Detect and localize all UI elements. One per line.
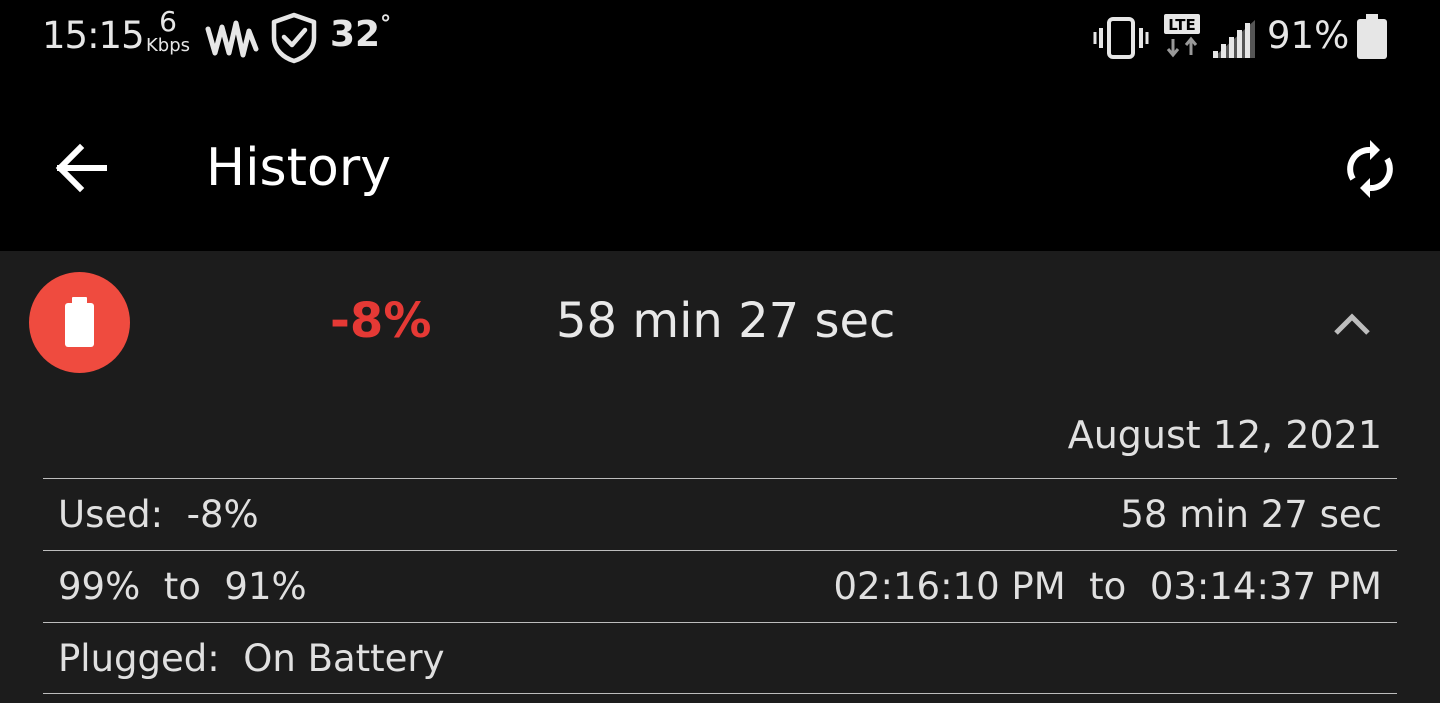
history-entry-card[interactable]: -8% 58 min 27 sec August 12, 2021 Used: … [0, 251, 1440, 703]
battery-icon [1357, 14, 1387, 59]
battery-icon-body [65, 303, 94, 347]
plugged-label: Plugged: On Battery [58, 637, 445, 680]
vibrate-icon [1093, 17, 1149, 59]
wave-icon [205, 20, 259, 58]
signal-icon [1213, 20, 1255, 58]
percent-change: -8% [330, 293, 432, 349]
level-range: 99% to 91% [58, 565, 307, 608]
used-duration: 58 min 27 sec [1120, 493, 1382, 536]
used-label: Used: -8% [58, 493, 259, 536]
network-speed-unit: Kbps [145, 35, 191, 56]
back-button[interactable] [52, 140, 112, 196]
network-speed-value: 6 [159, 5, 177, 38]
temperature-unit: ° [380, 12, 392, 37]
battery-discharge-icon [29, 272, 130, 373]
collapse-button[interactable] [1328, 303, 1376, 343]
temperature-value: 32 [330, 14, 381, 55]
refresh-button[interactable] [1340, 136, 1400, 202]
lte-label: LTE [1168, 16, 1196, 34]
status-bar: 15:15 6 Kbps 32° LTE 91% [0, 0, 1440, 76]
shield-check-icon [271, 12, 317, 64]
entry-duration: 58 min 27 sec [556, 293, 896, 349]
plugged-row: Plugged: On Battery [43, 622, 1397, 694]
lte-icon: LTE [1164, 14, 1200, 58]
temperature: 32° [330, 12, 392, 55]
page-title: History [206, 138, 391, 198]
entry-date: August 12, 2021 [1067, 413, 1382, 457]
used-row: Used: -8% 58 min 27 sec [43, 478, 1397, 550]
network-speed: 6 Kbps [142, 8, 194, 56]
chevron-up-icon [1334, 313, 1370, 335]
status-time: 15:15 [42, 14, 145, 57]
range-row: 99% to 91% 02:16:10 PM to 03:14:37 PM [43, 550, 1397, 622]
arrow-left-icon [55, 143, 107, 193]
time-range: 02:16:10 PM to 03:14:37 PM [833, 565, 1382, 608]
app-bar: History [0, 76, 1440, 251]
sync-icon [1347, 140, 1393, 198]
battery-percent: 91% [1267, 14, 1350, 57]
